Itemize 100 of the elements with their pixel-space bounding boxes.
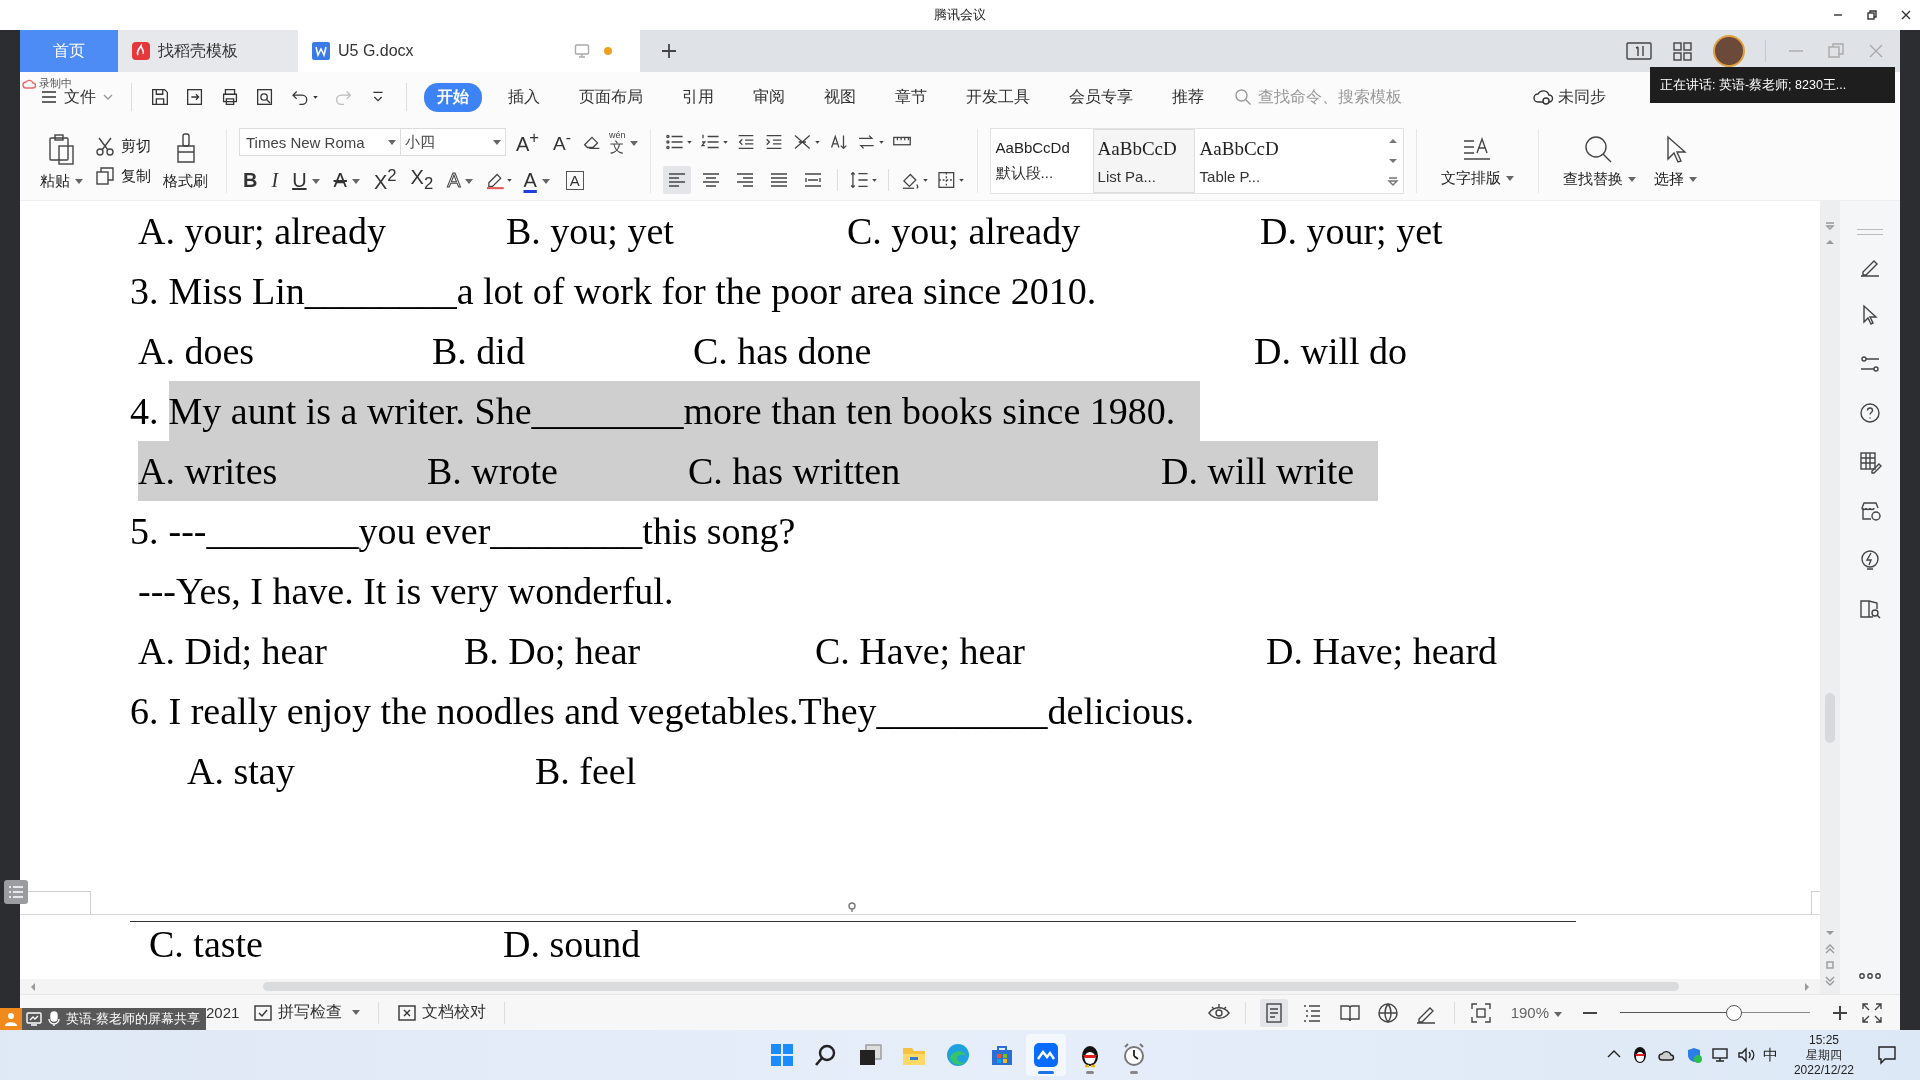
strikethrough-button[interactable]: A	[329, 168, 364, 192]
help-icon[interactable]	[1858, 401, 1882, 425]
find-replace-button[interactable]: 查找替换	[1550, 133, 1648, 189]
style-item[interactable]: AaBbCcD List Pa...	[1092, 129, 1195, 193]
document-tab[interactable]: U5 G.docx	[298, 30, 640, 72]
menu-tab[interactable]: 推荐	[1159, 82, 1217, 112]
subscript-button[interactable]: X$_{2}$	[406, 166, 438, 194]
close-icon[interactable]	[1900, 9, 1912, 21]
question-number: 3.	[130, 269, 160, 313]
answer-option: D. sound	[503, 922, 641, 966]
scroll-right-icon[interactable]	[1802, 980, 1812, 993]
menu-tab[interactable]: 审阅	[740, 82, 798, 112]
single-page-icon[interactable]	[1626, 41, 1652, 61]
document-tab[interactable]: 找稻壳模板	[118, 30, 298, 72]
style-item[interactable]: AaBbCcDd 默认段...	[990, 129, 1093, 193]
shrink-font-button[interactable]: A$^{-}$	[549, 128, 576, 156]
copy-button[interactable]: 复制	[95, 166, 151, 186]
search-field[interactable]: 查找命令、搜索模板	[1234, 87, 1440, 107]
pinyin-button[interactable]: wén 文	[609, 130, 638, 154]
zoom-level-button[interactable]: 190%	[1510, 1004, 1562, 1021]
spell-check-button[interactable]: 拼写检查	[249, 1002, 365, 1023]
answer-option: A. does	[138, 329, 432, 373]
menu-tab[interactable]: 引用	[669, 82, 727, 112]
character-border-button[interactable]: A	[565, 170, 584, 190]
grow-font-button[interactable]: A$^{+}$	[512, 128, 544, 156]
style-sample: AaBbCcDd	[995, 139, 1070, 156]
menu-tab[interactable]: 插入	[495, 82, 553, 112]
new-tab-icon[interactable]	[660, 42, 678, 60]
style-name: List Pa...	[1097, 167, 1156, 185]
scrollbar-thumb[interactable]	[263, 982, 1679, 991]
document-logo-icon	[312, 42, 330, 60]
answer-option: B. feel	[535, 749, 637, 793]
windows-icon	[769, 1042, 795, 1068]
page-view-icon[interactable]	[1259, 998, 1288, 1027]
proofread-button[interactable]: 文档校对	[393, 1002, 491, 1023]
menu-icon	[40, 88, 58, 106]
network-icon[interactable]	[1710, 1046, 1729, 1064]
menu-tab[interactable]: 会员专享	[1056, 82, 1146, 112]
menu-tab[interactable]: 章节	[882, 82, 940, 112]
table-edit-icon[interactable]	[1858, 450, 1882, 474]
shop-icon[interactable]	[1858, 499, 1882, 523]
clock[interactable]: 15:25 星期四 2022/12/22	[1793, 1032, 1854, 1078]
grid-icon[interactable]	[1672, 40, 1693, 62]
answer-option: C. has done	[693, 329, 1254, 373]
menu-tab[interactable]: 开发工具	[953, 82, 1043, 112]
answer-option: C. taste	[149, 922, 503, 966]
question-number: 4.	[130, 389, 160, 433]
more-icon[interactable]	[1858, 970, 1882, 982]
input-method[interactable]: 中	[1762, 1045, 1778, 1065]
slider-thumb[interactable]	[1726, 1004, 1742, 1021]
font-color-button[interactable]: A	[519, 168, 554, 192]
text-layout-button[interactable]: 文字排版	[1428, 134, 1526, 188]
pin-icon	[847, 902, 857, 913]
restore-icon[interactable]	[1866, 9, 1878, 21]
paste-button[interactable]: 粘贴	[34, 131, 89, 191]
save-icon[interactable]	[149, 86, 171, 108]
word-count: 2021	[206, 1004, 240, 1021]
fullscreen-icon[interactable]	[1860, 1000, 1884, 1025]
cut-button[interactable]: 剪切	[95, 136, 151, 156]
align-left-icon[interactable]	[662, 166, 691, 194]
question-text: My aunt is a writer. She________more than ten books since 1980.	[168, 381, 1201, 441]
tab-label: U5 G.docx	[338, 42, 414, 60]
answer-option: D. Have; heard	[1266, 629, 1498, 673]
scissors-icon	[95, 136, 115, 156]
menu-tab[interactable]: 页面布局	[566, 82, 656, 112]
avatar[interactable]	[1713, 35, 1745, 67]
menu-tab[interactable]: 开始	[424, 82, 482, 112]
volume-icon[interactable]	[1736, 1046, 1755, 1064]
menu-tab[interactable]: 视图	[811, 82, 869, 112]
fit-page-icon[interactable]	[1468, 1000, 1493, 1025]
expand-gallery-icon[interactable]	[1386, 176, 1399, 186]
notification-icon[interactable]	[1876, 1044, 1898, 1066]
sync-button[interactable]: 未同步	[1533, 86, 1606, 108]
question-number: 5.	[130, 509, 160, 553]
book-search-icon[interactable]	[1858, 597, 1882, 621]
lightning-icon[interactable]	[1858, 548, 1882, 572]
question-number: 6.	[130, 689, 160, 733]
browser-icon	[945, 1042, 971, 1068]
style-item[interactable]: AaBbCcD Table P...	[1194, 129, 1297, 193]
underline-button[interactable]: U	[288, 168, 324, 192]
answer-option: A. writes	[138, 449, 427, 493]
italic-button[interactable]: I	[267, 168, 283, 192]
format-painter-button[interactable]: 格式刷	[157, 131, 214, 191]
cloud-icon	[1533, 89, 1554, 105]
answer-text: ---Yes, I have. It is very wonderful.	[138, 569, 674, 613]
answer-option: A. stay	[187, 749, 535, 793]
bold-button[interactable]: B	[239, 168, 262, 192]
answer-option: B. Do; hear	[464, 629, 815, 673]
meeting-app-icon	[1033, 1042, 1059, 1068]
style-name: Table P...	[1199, 167, 1261, 185]
answer-option: A. Did; hear	[138, 629, 464, 673]
question-text: Miss Lin________a lot of work for the poor area since 2010.	[168, 269, 1097, 313]
flame-logo-icon	[132, 42, 150, 60]
search-icon	[1234, 88, 1252, 106]
screen-icon	[26, 1011, 42, 1027]
answer-option: B. wrote	[427, 449, 688, 493]
outline-toggle-icon[interactable]	[4, 880, 28, 904]
style-sample: AaBbCcD	[1199, 137, 1279, 160]
superscript-button[interactable]: X$^{2}$	[369, 166, 401, 194]
select-button[interactable]: 选择	[1647, 133, 1703, 189]
